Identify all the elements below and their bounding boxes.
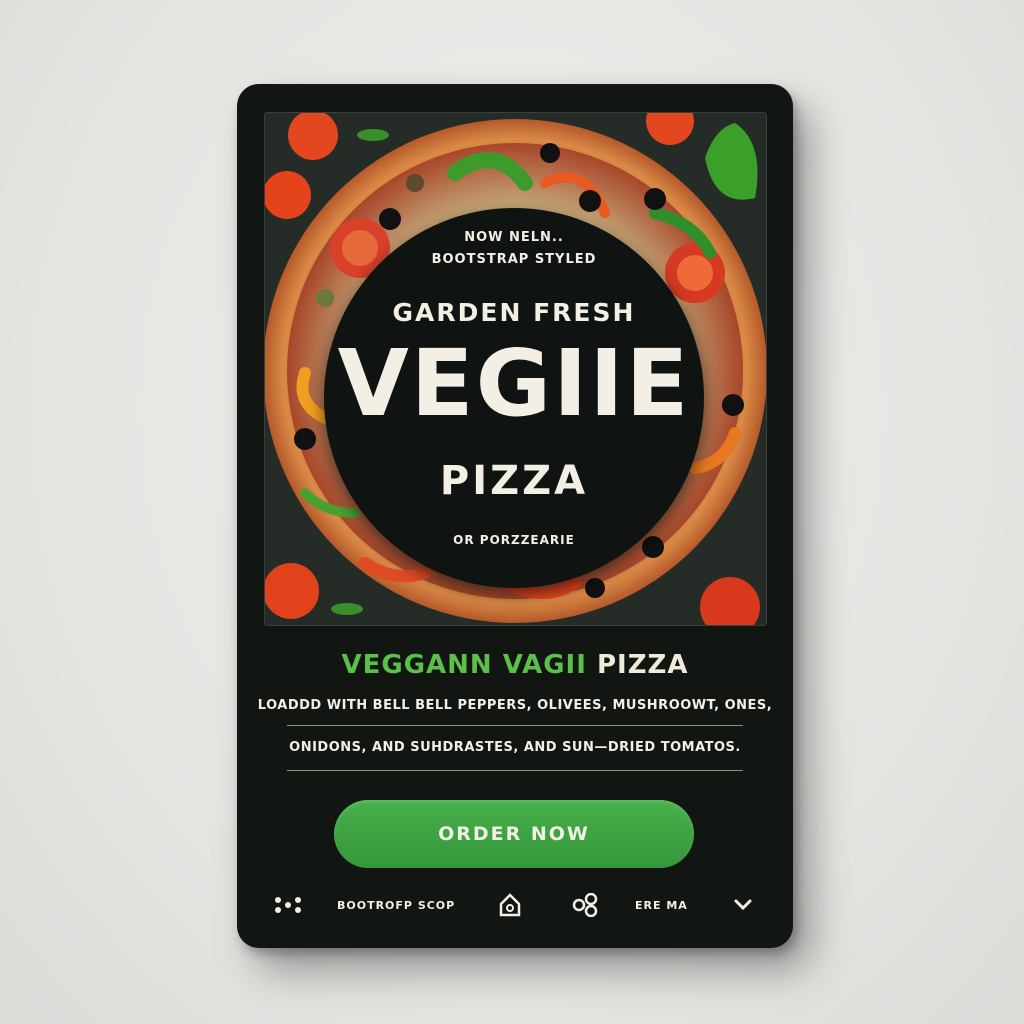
footer-brand-label[interactable]: BOOTROFP SCOP [337,890,455,920]
badge-new-label: NOW NELN.. [464,230,564,245]
product-title-white: PIZZA [596,650,689,680]
badge-footer: OR PORZZEARIE [453,533,575,547]
chevron-down-icon[interactable] [733,890,753,920]
product-card: NOW NELN.. BOOTSTRAP STYLED GARDEN FRESH… [237,84,793,948]
share-icon[interactable] [572,890,598,920]
card-footer: BOOTROFP SCOP ERE MA [237,890,793,920]
badge-style-label: BOOTSTRAP STYLED [431,252,597,267]
home-icon[interactable] [499,890,521,920]
divider [287,725,743,726]
badge-subtitle: PIZZA [439,458,589,504]
hero-image: NOW NELN.. BOOTSTRAP STYLED GARDEN FRESH… [264,112,767,626]
divider [287,770,743,771]
product-badge: NOW NELN.. BOOTSTRAP STYLED GARDEN FRESH… [324,208,704,588]
product-description-line2: ONIDONS, AND SUHDRASTES, AND SUN—DRIED T… [289,740,741,755]
badge-tagline: GARDEN FRESH [392,298,636,327]
apps-dots-icon[interactable] [273,890,303,920]
product-description-line1: LOADDD WITH BELL BELL PEPPERS, OLIVEES, … [257,698,773,713]
product-title: VEGGANN VAGII PIZZA [237,650,793,680]
product-title-green: VEGGANN VAGII [341,650,587,680]
footer-menu-label[interactable]: ERE MA [635,890,688,920]
badge-title: VEGIIE [337,330,691,437]
order-now-button[interactable]: ORDER NOW [334,800,694,868]
